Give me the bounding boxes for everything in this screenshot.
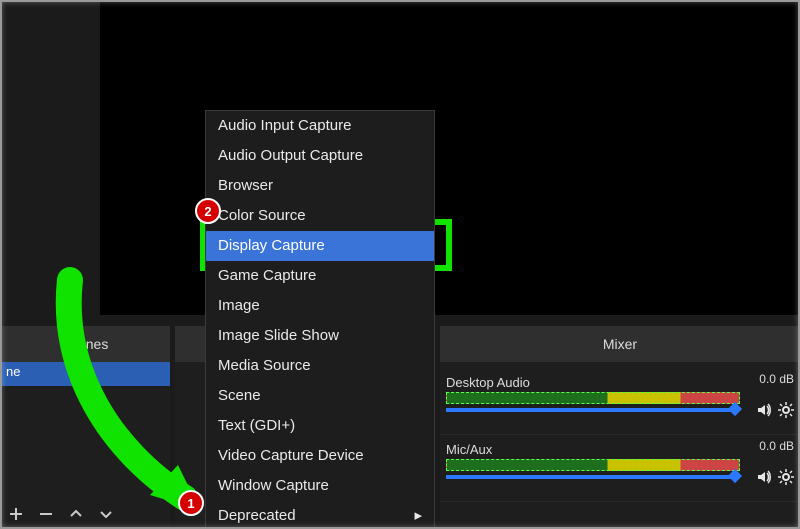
gear-icon[interactable] xyxy=(778,469,794,485)
scenes-toolbar xyxy=(0,499,178,529)
scene-remove-icon[interactable] xyxy=(38,506,54,522)
mixer-row: Desktop Audio 0.0 dB xyxy=(440,368,800,435)
scene-down-icon[interactable] xyxy=(98,506,114,522)
menu-item-image[interactable]: Image xyxy=(206,291,434,321)
menu-item-color-source[interactable]: Color Source xyxy=(206,201,434,231)
mixer-db-value: 0.0 dB xyxy=(759,372,794,386)
scene-add-icon[interactable] xyxy=(8,506,24,522)
menu-item-window-capture[interactable]: Window Capture xyxy=(206,471,434,501)
add-source-context-menu: Audio Input Capture Audio Output Capture… xyxy=(205,110,435,529)
mixer-meter xyxy=(446,459,740,471)
scene-item[interactable]: ne xyxy=(0,362,170,386)
mixer-db-value: 0.0 dB xyxy=(759,439,794,453)
mixer-source-name: Desktop Audio xyxy=(446,375,530,390)
menu-item-video-capture-device[interactable]: Video Capture Device xyxy=(206,441,434,471)
scene-up-icon[interactable] xyxy=(68,506,84,522)
speaker-icon[interactable] xyxy=(756,402,772,418)
scenes-panel-header: Scenes xyxy=(0,326,170,362)
menu-item-deprecated[interactable]: Deprecated ▸ xyxy=(206,501,434,529)
mixer-volume-slider[interactable] xyxy=(446,408,740,412)
app-root: { "panels": { "scenes": { "title": "Scen… xyxy=(0,0,800,529)
gear-icon[interactable] xyxy=(778,402,794,418)
menu-item-audio-input-capture[interactable]: Audio Input Capture xyxy=(206,111,434,141)
menu-item-image-slide-show[interactable]: Image Slide Show xyxy=(206,321,434,351)
scenes-list: ne xyxy=(0,362,170,529)
menu-item-media-source[interactable]: Media Source xyxy=(206,351,434,381)
speaker-icon[interactable] xyxy=(756,469,772,485)
menu-item-text-gdi[interactable]: Text (GDI+) xyxy=(206,411,434,441)
mixer-meter xyxy=(446,392,740,404)
menu-item-audio-output-capture[interactable]: Audio Output Capture xyxy=(206,141,434,171)
menu-item-label: Deprecated xyxy=(218,505,296,527)
mixer-panel: Desktop Audio 0.0 dB Mic/Aux 0.0 dB xyxy=(440,362,800,529)
mixer-volume-slider[interactable] xyxy=(446,475,740,479)
mixer-row: Mic/Aux 0.0 dB xyxy=(440,435,800,502)
menu-item-scene[interactable]: Scene xyxy=(206,381,434,411)
menu-item-display-capture[interactable]: Display Capture xyxy=(206,231,434,261)
submenu-arrow-icon: ▸ xyxy=(414,505,422,527)
menu-item-game-capture[interactable]: Game Capture xyxy=(206,261,434,291)
mixer-panel-header: Mixer xyxy=(440,326,800,362)
mixer-source-name: Mic/Aux xyxy=(446,442,492,457)
menu-item-browser[interactable]: Browser xyxy=(206,171,434,201)
